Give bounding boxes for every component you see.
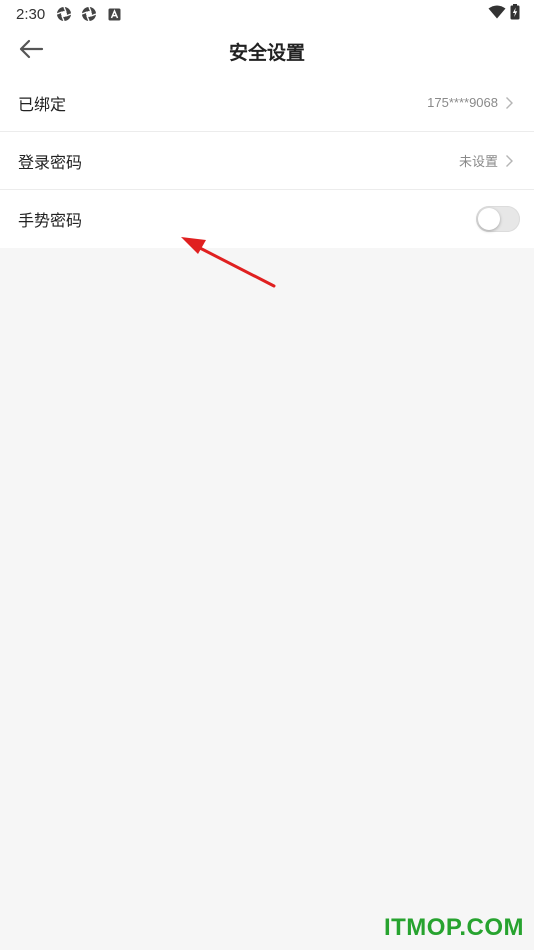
back-button[interactable] xyxy=(14,36,48,66)
status-right-icons xyxy=(488,4,520,24)
chevron-right-icon xyxy=(504,96,514,110)
bound-phone-right: 175****9068 xyxy=(427,95,514,110)
gesture-password-toggle[interactable] xyxy=(476,206,520,232)
title-bar: 安全设置 xyxy=(0,28,534,74)
page-title: 安全设置 xyxy=(228,41,305,64)
arrow-left-icon xyxy=(18,39,44,63)
login-password-label: 登录密码 xyxy=(18,152,83,172)
status-bar: 2:30 xyxy=(0,0,534,28)
bound-phone-label: 已绑定 xyxy=(18,94,67,114)
gesture-password-label: 手势密码 xyxy=(18,211,83,230)
login-password-value: 未设置 xyxy=(458,154,498,169)
battery-charging-icon xyxy=(510,4,520,24)
chevron-right-icon xyxy=(504,154,514,168)
settings-list: 已绑定 175****9068 登录密码 未设置 手势密码 xyxy=(0,74,534,248)
a-box-icon xyxy=(105,5,123,23)
aperture-icon xyxy=(55,5,73,23)
toggle-knob xyxy=(478,208,500,230)
watermark: ITMOP.COM xyxy=(383,914,524,941)
bound-phone-row[interactable]: 已绑定 175****9068 xyxy=(0,74,534,132)
gesture-password-right xyxy=(476,206,520,232)
bound-phone-value: 175****9068 xyxy=(427,95,498,110)
gesture-password-row: 手势密码 xyxy=(0,190,534,248)
login-password-row[interactable]: 登录密码 未设置 xyxy=(0,132,534,190)
aperture-icon xyxy=(80,5,98,23)
status-time: 2:30 xyxy=(16,5,46,23)
wifi-icon xyxy=(488,5,506,23)
top-area: 2:30 安全设置 已绑定 175****9068 登录密码 未设置 手势密码 xyxy=(0,0,534,248)
login-password-right: 未设置 xyxy=(459,151,514,170)
